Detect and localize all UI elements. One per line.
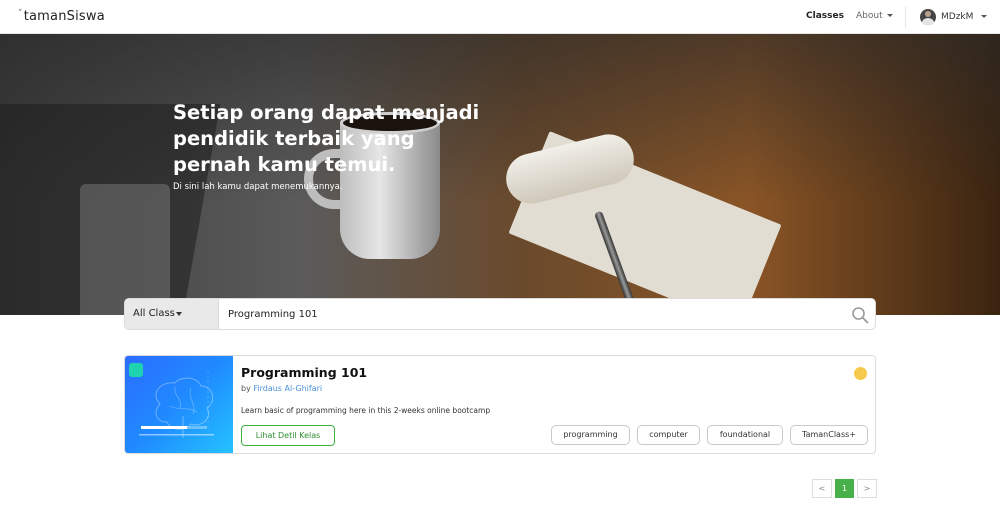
class-byline: by Firdaus Al-Ghifari	[241, 384, 322, 393]
category-select-label: All Class	[133, 308, 175, 319]
hero-subtitle: Di sini lah kamu dapat menemukannya.	[173, 182, 343, 192]
search-icon[interactable]	[851, 306, 869, 324]
search-input[interactable]	[220, 299, 840, 329]
chevron-down-icon	[981, 15, 987, 18]
hero-banner: Setiap orang dapat menjadi pendidik terb…	[0, 34, 1000, 315]
nav-divider	[905, 6, 906, 28]
chevron-down-icon	[886, 14, 893, 17]
author-link[interactable]: Firdaus Al-Ghifari	[253, 384, 322, 393]
brain-icon	[139, 371, 214, 438]
tag-foundational[interactable]: foundational	[707, 425, 783, 445]
category-select[interactable]: All Class	[125, 299, 219, 329]
nav-classes-link[interactable]: Classes	[806, 11, 844, 21]
hero-glass-shape	[80, 184, 170, 315]
avatar	[920, 9, 936, 25]
nav-about-dropdown[interactable]: About	[856, 11, 893, 21]
username: MDzkM	[941, 12, 974, 22]
class-thumbnail[interactable]	[125, 356, 233, 453]
chevron-down-icon	[176, 312, 182, 316]
class-card: Programming 101 by Firdaus Al-Ghifari Le…	[124, 355, 876, 454]
search-bar: All Class	[124, 298, 876, 330]
logo-mark: ˅	[18, 9, 23, 19]
navbar: ˅tamanSiswa Classes About MDzkM	[0, 0, 1000, 34]
class-title[interactable]: Programming 101	[241, 365, 367, 380]
pagination-next-button[interactable]: >	[857, 479, 877, 498]
tag-programming[interactable]: programming	[551, 425, 630, 445]
tag-tamanclass-plus[interactable]: TamanClass+	[790, 425, 868, 445]
logo[interactable]: ˅tamanSiswa	[18, 9, 105, 24]
nav-about-label: About	[856, 11, 883, 21]
class-description: Learn basic of programming here in this …	[241, 406, 491, 415]
logo-text: tamanSiswa	[23, 9, 105, 24]
pagination-page-1[interactable]: 1	[835, 479, 854, 498]
status-indicator	[854, 367, 867, 380]
hero-title: Setiap orang dapat menjadi pendidik terb…	[173, 101, 480, 176]
byline-prefix: by	[241, 384, 251, 393]
view-class-detail-button[interactable]: Lihat Detil Kelas	[241, 425, 335, 446]
tag-computer[interactable]: computer	[637, 425, 700, 445]
pagination-prev-button[interactable]: <	[812, 479, 832, 498]
